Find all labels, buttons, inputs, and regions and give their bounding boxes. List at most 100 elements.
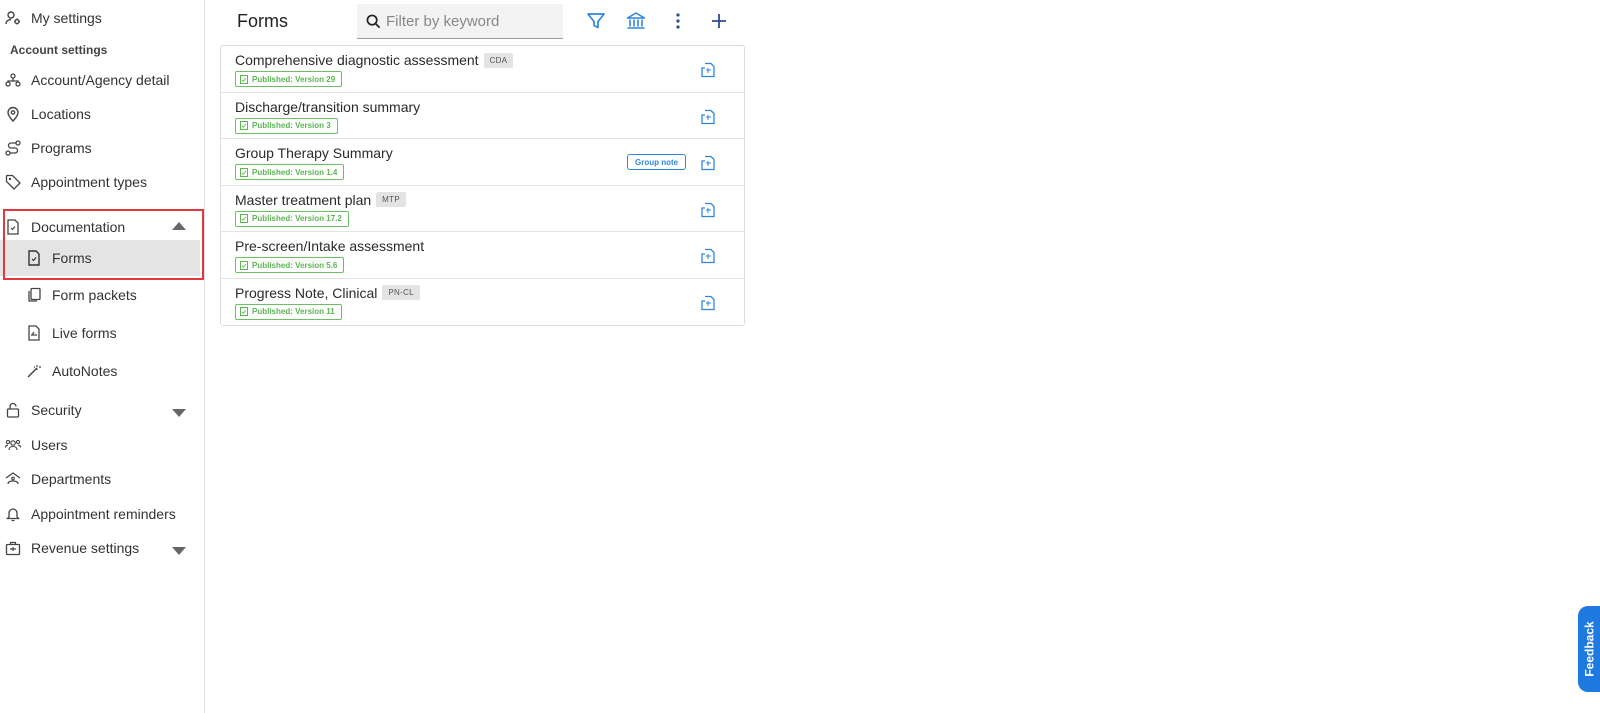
more-options-button[interactable] xyxy=(666,9,690,33)
sidebar-item-departments[interactable]: Departments xyxy=(0,462,200,496)
sidebar-item-label: Form packets xyxy=(52,287,137,303)
document-link-icon xyxy=(701,248,715,264)
published-status-badge: Published: Version 1.4 xyxy=(235,164,345,180)
filter-button[interactable] xyxy=(584,9,608,33)
published-document-icon xyxy=(240,214,248,223)
document-link-icon xyxy=(701,62,715,78)
sidebar-item-users[interactable]: Users xyxy=(0,428,200,462)
form-row[interactable]: Master treatment plan MTP Published: Ver… xyxy=(221,186,744,232)
lock-icon xyxy=(5,402,21,418)
sidebar-item-label: Programs xyxy=(31,140,92,156)
sidebar-item-security[interactable]: Security xyxy=(0,393,200,427)
open-form-button[interactable] xyxy=(699,108,717,126)
sidebar-item-label: Account/Agency detail xyxy=(31,72,170,88)
sidebar-item-label: Revenue settings xyxy=(31,540,140,556)
search-box[interactable] xyxy=(357,4,563,39)
sidebar-item-forms[interactable]: Forms xyxy=(0,240,200,276)
add-form-button[interactable] xyxy=(707,9,731,33)
plus-icon xyxy=(712,14,726,28)
forms-header: Forms xyxy=(206,0,746,42)
published-status-text: Published: Version 3 xyxy=(252,121,331,130)
published-status-text: Published: Version 29 xyxy=(252,74,336,84)
sidebar-item-revenue-settings[interactable]: Revenue settings xyxy=(0,531,200,565)
live-form-icon xyxy=(26,325,42,341)
published-status-text: Published: Version 1.4 xyxy=(252,167,338,177)
sidebar-item-label: Security xyxy=(31,402,82,418)
tag-icon xyxy=(5,174,21,190)
sidebar-item-label: Forms xyxy=(52,250,92,266)
sidebar-item-label: My settings xyxy=(31,10,102,26)
open-form-button[interactable] xyxy=(699,61,717,79)
sidebar-item-locations[interactable]: Locations xyxy=(0,97,200,131)
sidebar-item-label: Live forms xyxy=(52,325,117,341)
sidebar-item-label: Departments xyxy=(31,471,112,487)
sidebar-item-live-forms[interactable]: Live forms xyxy=(0,316,200,350)
open-form-button[interactable] xyxy=(699,294,717,312)
form-title: Discharge/transition summary xyxy=(235,98,421,115)
form-row[interactable]: Pre-screen/Intake assessment Published: … xyxy=(221,232,744,279)
published-status-text: Published: Version 5.6 xyxy=(252,260,338,270)
sidebar-item-appointment-types[interactable]: Appointment types xyxy=(0,165,200,199)
briefcase-icon xyxy=(5,540,21,556)
form-abbreviation-badge: CDA xyxy=(483,52,514,68)
published-status-badge: Published: Version 17.2 xyxy=(235,210,349,227)
sidebar: My settings Account settings Account/Age… xyxy=(0,0,205,713)
sidebar-item-label: Appointment types xyxy=(31,174,147,190)
magic-wand-icon xyxy=(26,363,42,379)
sidebar-item-form-packets[interactable]: Form packets xyxy=(0,278,200,312)
department-building-icon xyxy=(5,471,21,487)
form-row[interactable]: Discharge/transition summary Published: … xyxy=(221,93,744,139)
form-title: Group Therapy Summary xyxy=(235,145,393,161)
chevron-down-icon[interactable] xyxy=(172,547,186,555)
map-pin-icon xyxy=(5,106,21,122)
form-title-wrap: Pre-screen/Intake assessment xyxy=(235,238,424,254)
app: My settings Account settings Account/Age… xyxy=(0,0,1600,713)
form-row[interactable]: Progress Note, Clinical PN-CL Published:… xyxy=(221,279,744,326)
published-status-badge: Published: Version 29 xyxy=(235,71,343,87)
form-title: Pre-screen/Intake assessment xyxy=(235,238,425,254)
sidebar-item-programs[interactable]: Programs xyxy=(0,131,200,165)
sidebar-item-autonotes[interactable]: AutoNotes xyxy=(0,354,200,388)
sidebar-item-my-settings[interactable]: My settings xyxy=(0,1,200,35)
forms-list: Comprehensive diagnostic assessment CDA … xyxy=(220,45,745,326)
chevron-down-icon[interactable] xyxy=(172,409,186,417)
form-title-wrap: Discharge/transition summary xyxy=(235,99,420,115)
sidebar-item-label: Users xyxy=(31,437,68,453)
open-form-button[interactable] xyxy=(699,247,717,265)
more-vertical-icon xyxy=(676,13,680,29)
feedback-tab[interactable]: Feedback xyxy=(1578,606,1600,692)
published-status-text: Published: Version 17.2 xyxy=(252,214,342,223)
chevron-up-icon[interactable] xyxy=(172,222,186,230)
published-status-text: Published: Version 11 xyxy=(252,307,335,316)
institution-button[interactable] xyxy=(624,9,648,33)
org-chart-icon xyxy=(5,72,21,88)
published-status-badge: Published: Version 3 xyxy=(235,117,338,134)
form-abbreviation-badge: MTP xyxy=(376,192,406,207)
sidebar-item-documentation[interactable]: Documentation xyxy=(0,210,200,244)
sidebar-item-account-agency-detail[interactable]: Account/Agency detail xyxy=(0,63,200,97)
document-link-icon xyxy=(701,109,715,124)
search-input[interactable] xyxy=(386,12,556,30)
document-icon xyxy=(5,219,21,235)
published-status-badge: Published: Version 11 xyxy=(235,303,342,320)
form-title-wrap: Comprehensive diagnostic assessment CDA xyxy=(235,52,514,68)
published-document-icon xyxy=(240,121,248,130)
user-gear-icon xyxy=(5,10,21,26)
open-form-button[interactable] xyxy=(699,201,717,219)
form-title: Comprehensive diagnostic assessment xyxy=(235,52,479,68)
route-icon xyxy=(5,140,21,156)
form-title-wrap: Group Therapy Summary xyxy=(235,145,393,161)
search-icon xyxy=(366,14,381,29)
form-title-wrap: Master treatment plan MTP xyxy=(235,192,406,208)
feedback-label: Feedback xyxy=(1583,621,1598,677)
sidebar-item-label: Appointment reminders xyxy=(31,506,176,522)
open-form-button[interactable] xyxy=(699,154,717,172)
form-row[interactable]: Group Therapy Summary Published: Version… xyxy=(221,139,744,186)
form-document-icon xyxy=(26,250,42,266)
published-status-badge: Published: Version 5.6 xyxy=(235,257,345,273)
form-title: Master treatment plan xyxy=(235,191,372,208)
document-link-icon xyxy=(701,155,715,171)
published-document-icon xyxy=(240,167,248,177)
form-row[interactable]: Comprehensive diagnostic assessment CDA … xyxy=(221,46,744,93)
sidebar-item-appointment-reminders[interactable]: Appointment reminders xyxy=(0,497,200,531)
